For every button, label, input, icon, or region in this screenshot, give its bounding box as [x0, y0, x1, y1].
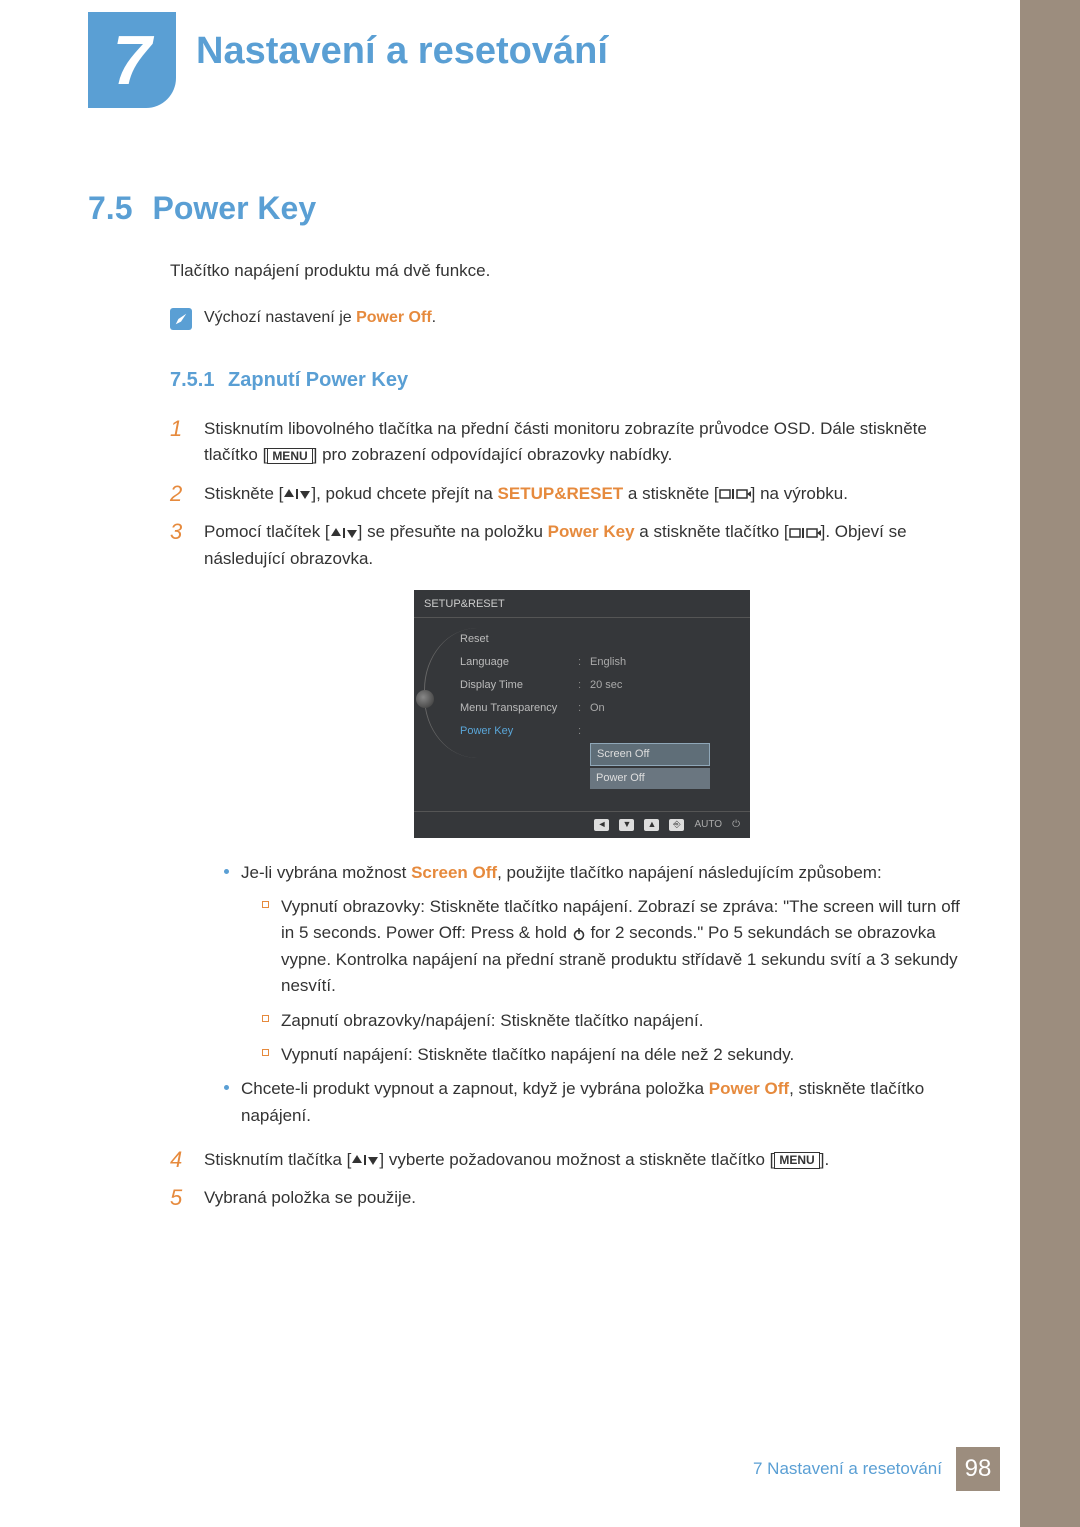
- chapter-number: 7: [113, 20, 152, 100]
- content-area: Tlačítko napájení produktu má dvě funkce…: [170, 258, 960, 1224]
- power-icon: [572, 927, 586, 941]
- step-1: 1 Stisknutím libovolného tlačítka na pře…: [170, 416, 960, 469]
- osd-option-power-off: Power Off: [590, 768, 710, 789]
- chapter-title: Nastavení a resetování: [196, 30, 608, 73]
- bullet-screen-off: Je-li vybrána možnost Screen Off, použij…: [224, 860, 960, 886]
- left-icon: ◄: [594, 819, 609, 831]
- page-footer: 7 Nastavení a resetování 98: [753, 1447, 1000, 1491]
- bullet-turn-off-screen: Vypnutí obrazovky: Stiskněte tlačítko na…: [262, 894, 960, 999]
- osd-screenshot: SETUP&RESET Reset Language:English Displ…: [414, 590, 750, 838]
- osd-selected-label: Power Key: [460, 723, 578, 740]
- source-enter-icon: [789, 527, 821, 539]
- auto-label: AUTO: [694, 817, 722, 833]
- osd-option-screen-off: Screen Off: [590, 743, 710, 766]
- up-down-icon: [283, 488, 311, 500]
- page-number: 98: [956, 1447, 1000, 1491]
- chapter-tab: 7: [88, 12, 176, 108]
- up-icon: ▲: [644, 819, 659, 831]
- bullet-power-off-mode: Chcete-li produkt vypnout a zapnout, kdy…: [224, 1076, 960, 1129]
- section-title: Power Key: [152, 190, 316, 227]
- menu-badge: MENU: [267, 448, 312, 464]
- section-number: 7.5: [88, 190, 132, 227]
- bullet-turn-on: Zapnutí obrazovky/napájení: Stiskněte tl…: [262, 1008, 960, 1034]
- subsection-title: Zapnutí Power Key: [228, 369, 408, 391]
- power-icon: ⏻: [732, 817, 740, 833]
- osd-footer: ◄ ▼ ▲ ⎆ AUTO ⏻: [414, 811, 750, 838]
- step-3: 3 Pomocí tlačítek [] se přesuňte na polo…: [170, 519, 960, 1135]
- subsection-number: 7.5.1: [170, 369, 214, 391]
- step-2: 2 Stiskněte [], pokud chcete přejít na S…: [170, 481, 960, 507]
- source-enter-icon: [719, 488, 751, 500]
- footer-text: 7 Nastavení a resetování: [753, 1459, 942, 1479]
- osd-knob-icon: [416, 690, 434, 708]
- note-icon: [170, 308, 192, 330]
- step-4: 4 Stisknutím tlačítka [] vyberte požadov…: [170, 1147, 960, 1173]
- section-heading: 7.5 Power Key: [88, 190, 316, 227]
- osd-arc: [424, 628, 454, 791]
- up-down-icon: [330, 527, 358, 539]
- subsection-heading: 7.5.1 Zapnutí Power Key: [170, 365, 960, 396]
- enter-icon: ⎆: [669, 819, 684, 831]
- note-row: Výchozí nastavení je Power Off.: [170, 306, 960, 331]
- osd-menu: Reset Language:English Display Time:20 s…: [460, 628, 740, 791]
- down-icon: ▼: [619, 819, 634, 831]
- osd-title: SETUP&RESET: [414, 590, 750, 617]
- side-decoration: [1020, 0, 1080, 1527]
- menu-badge: MENU: [774, 1152, 819, 1168]
- step-5: 5 Vybraná položka se použije.: [170, 1185, 960, 1211]
- note-text: Výchozí nastavení je Power Off.: [204, 306, 436, 331]
- bullet-power-off: Vypnutí napájení: Stiskněte tlačítko nap…: [262, 1042, 960, 1068]
- note-highlight: Power Off: [356, 309, 432, 326]
- up-down-icon: [351, 1154, 379, 1166]
- intro-text: Tlačítko napájení produktu má dvě funkce…: [170, 258, 960, 284]
